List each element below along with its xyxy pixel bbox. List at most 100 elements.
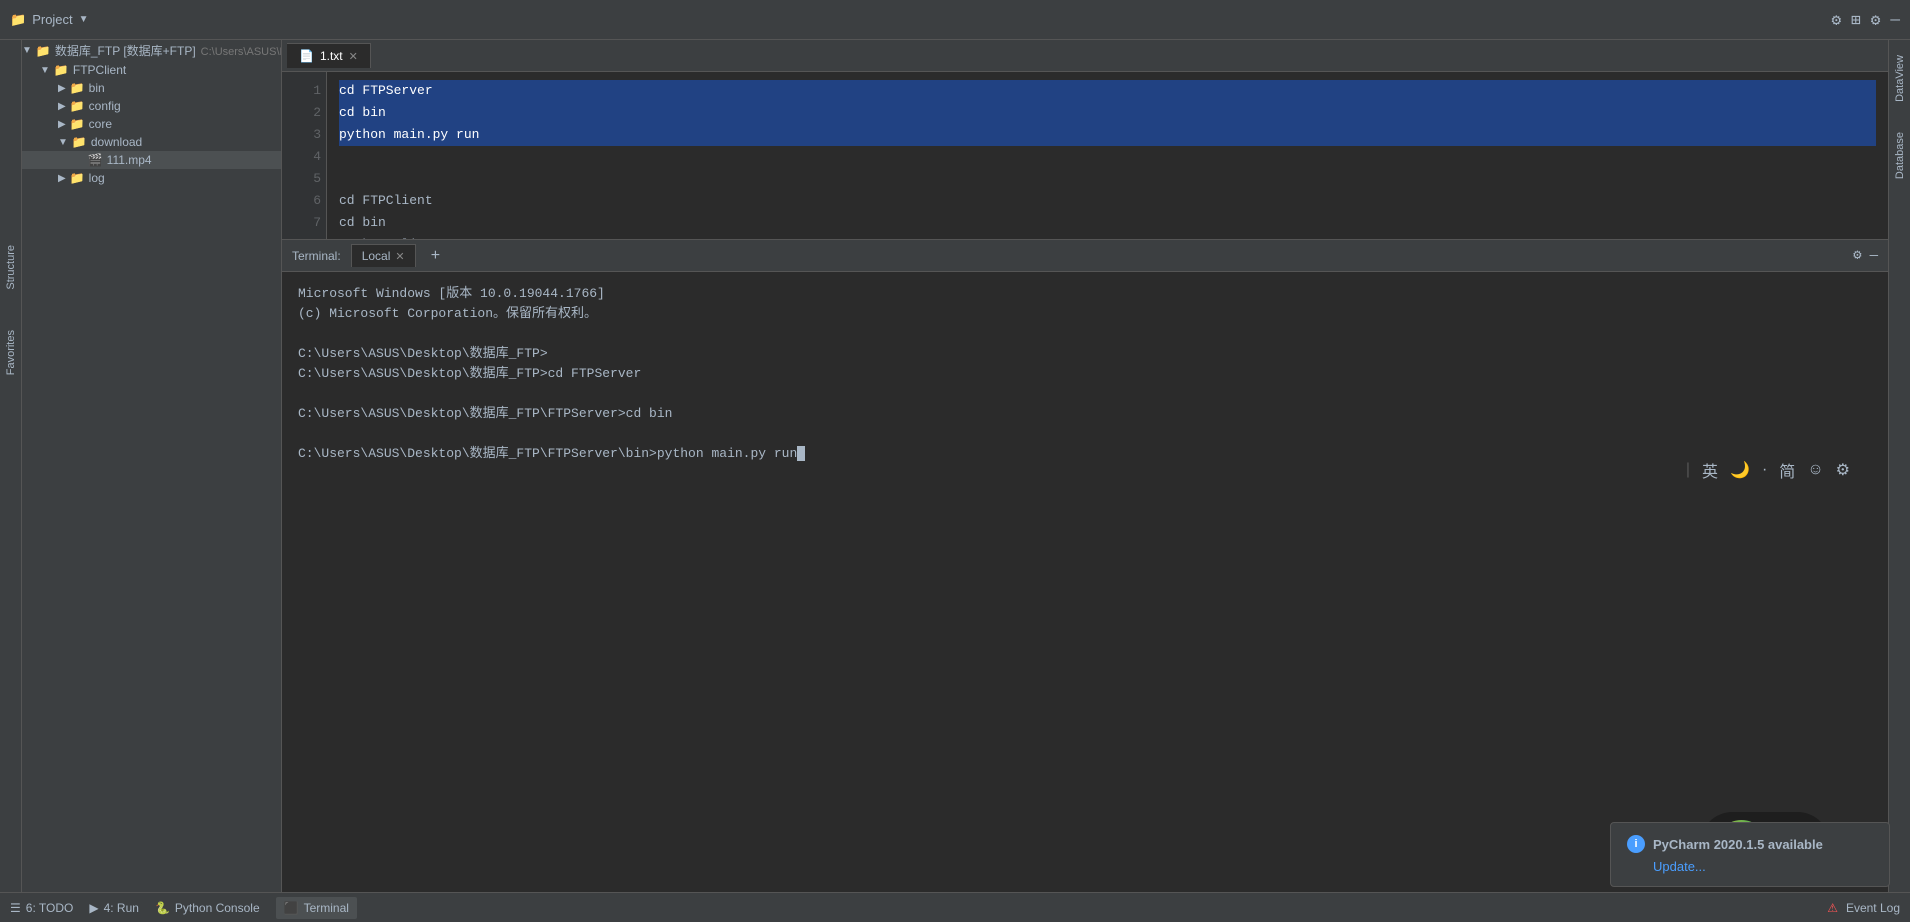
add-terminal-button[interactable]: + <box>426 247 446 265</box>
ime-dot[interactable]: · <box>1762 461 1767 479</box>
info-icon: i <box>1627 835 1645 853</box>
terminal-body[interactable]: Microsoft Windows [版本 10.0.19044.1766] (… <box>282 272 1888 892</box>
python-console-label: Python Console <box>175 901 260 915</box>
download-arrow: ▼ <box>58 137 68 148</box>
favorites-tab[interactable]: Favorites <box>3 325 19 380</box>
event-log-label[interactable]: Event Log <box>1846 901 1900 915</box>
database-tab[interactable]: Database <box>1892 127 1908 184</box>
terminal-line-1: Microsoft Windows [版本 10.0.19044.1766] <box>298 284 1872 304</box>
top-bar: 📁 Project ▼ ⚙ ⊞ ⚙ — <box>0 0 1910 40</box>
event-log-error-icon: ⚠ <box>1827 901 1838 915</box>
download-folder-icon: 📁 <box>72 135 87 149</box>
tree-item-core[interactable]: ▶ 📁 core <box>22 115 281 133</box>
python-console-status-item[interactable]: 🐍 Python Console <box>155 901 260 915</box>
terminal-header: Terminal: Local ✕ + ⚙ — <box>282 240 1888 272</box>
minimize-icon[interactable]: — <box>1890 11 1900 29</box>
project-label[interactable]: 📁 Project ▼ <box>10 12 89 28</box>
run-status-item[interactable]: ▶ 4: Run <box>89 901 139 915</box>
ime-emoji-icon[interactable]: ☺ <box>1807 461 1823 479</box>
dataview-tab[interactable]: DataView <box>1892 50 1908 107</box>
tree-item-download[interactable]: ▼ 📁 download <box>22 133 281 151</box>
run-icon: ▶ <box>89 901 98 915</box>
line-num-3: 3 <box>287 124 321 146</box>
code-line-4 <box>339 146 1876 168</box>
terminal-line-6 <box>298 384 1872 404</box>
todo-status-item[interactable]: ☰ 6: TODO <box>10 901 73 915</box>
status-bar-right: ⚠ Event Log <box>1827 901 1900 915</box>
ime-moon-icon[interactable]: 🌙 <box>1730 460 1750 480</box>
left-side-tabs: Structure Favorites <box>0 40 22 892</box>
ftpclient-arrow: ▼ <box>40 65 50 76</box>
tree-item-config[interactable]: ▶ 📁 config <box>22 97 281 115</box>
settings-icon[interactable]: ⚙ <box>1871 10 1881 30</box>
config-label: config <box>89 99 121 113</box>
ftpclient-label: FTPClient <box>73 63 126 77</box>
ime-settings-icon[interactable]: ⚙ <box>1836 460 1850 480</box>
tab-close-button[interactable]: ✕ <box>349 50 358 63</box>
core-label: core <box>89 117 112 131</box>
status-bar: ☰ 6: TODO ▶ 4: Run 🐍 Python Console ⬛ Te… <box>0 892 1910 922</box>
python-console-icon: 🐍 <box>155 901 170 915</box>
terminal-title-label: Terminal: <box>292 249 341 263</box>
terminal-line-5: C:\Users\ASUS\Desktop\数据库_FTP>cd FTPServ… <box>298 364 1872 384</box>
core-arrow: ▶ <box>58 119 66 130</box>
tree-root[interactable]: ▼ 📁 数据库_FTP [数据库+FTP] C:\Users\ASUS\Desk… <box>22 40 281 61</box>
dropdown-arrow-icon: ▼ <box>79 14 89 25</box>
structure-tab[interactable]: Structure <box>3 240 19 295</box>
terminal-cursor <box>797 446 805 461</box>
line-num-8: 8 <box>287 234 321 239</box>
tree-item-ftpclient[interactable]: ▼ 📁 FTPClient <box>22 61 281 79</box>
code-editor[interactable]: cd FTPServer cd bin python main.py run c… <box>327 72 1888 239</box>
code-line-3: python main.py run <box>339 124 1876 146</box>
ime-chinese[interactable]: 简 <box>1779 458 1795 482</box>
terminal-line-3 <box>298 324 1872 344</box>
log-label: log <box>89 171 105 185</box>
update-label: Update... <box>1653 859 1706 874</box>
update-link[interactable]: Update... <box>1627 859 1706 874</box>
code-line-8: python Client.py -H 127.0.0.1 -P 8080 <box>339 234 1876 239</box>
line-num-4: 4 <box>287 146 321 168</box>
terminal-settings-icon[interactable]: ⚙ <box>1853 247 1861 264</box>
terminal-line-9: C:\Users\ASUS\Desktop\数据库_FTP\FTPServer\… <box>298 444 1872 464</box>
terminal-header-right: ⚙ — <box>1853 247 1878 264</box>
ime-english[interactable]: 英 <box>1702 458 1718 482</box>
ime-bar: | 英 🌙 · 简 ☺ ⚙ <box>1686 458 1850 482</box>
terminal-line-2: (c) Microsoft Corporation。保留所有权利。 <box>298 304 1872 324</box>
terminal-tab-local[interactable]: Local ✕ <box>351 244 416 267</box>
code-line-1: cd FTPServer <box>339 80 1876 102</box>
line-numbers: 1 2 3 4 5 6 7 8 <box>282 72 327 239</box>
project-tree: ▼ 📁 数据库_FTP [数据库+FTP] C:\Users\ASUS\Desk… <box>22 40 282 892</box>
terminal-status-item[interactable]: ⬛ Terminal <box>276 897 357 919</box>
config-arrow: ▶ <box>58 101 66 112</box>
split-icon[interactable]: ⊞ <box>1851 10 1861 30</box>
sync-icon[interactable]: ⚙ <box>1831 10 1841 30</box>
tree-item-111mp4[interactable]: ▶ 🎬 111.mp4 <box>22 151 281 169</box>
log-arrow: ▶ <box>58 173 66 184</box>
tab-file-icon: 📄 <box>299 49 314 63</box>
ime-separator: | <box>1686 461 1690 479</box>
local-tab-close[interactable]: ✕ <box>395 250 404 263</box>
root-path: C:\Users\ASUS\Desktop\数据库_FTP <box>201 43 282 59</box>
notification-title: PyCharm 2020.1.5 available <box>1653 837 1823 852</box>
mp4-file-icon: 🎬 <box>88 153 103 167</box>
code-line-7: cd bin <box>339 212 1876 234</box>
bin-folder-icon: 📁 <box>70 81 85 95</box>
code-line-2: cd bin <box>339 102 1876 124</box>
run-label: 4: Run <box>104 901 139 915</box>
line-num-2: 2 <box>287 102 321 124</box>
terminal-line-8 <box>298 424 1872 444</box>
notification-popup: i PyCharm 2020.1.5 available Update... <box>1610 822 1890 887</box>
bin-label: bin <box>89 81 105 95</box>
tree-item-bin[interactable]: ▶ 📁 bin <box>22 79 281 97</box>
editor-tab-1txt[interactable]: 📄 1.txt ✕ <box>287 43 371 68</box>
terminal-minimize-icon[interactable]: — <box>1870 248 1878 264</box>
terminal-area: Terminal: Local ✕ + ⚙ — Microsoft Window… <box>282 240 1888 892</box>
core-folder-icon: 📁 <box>70 117 85 131</box>
main-layout: Structure Favorites ▼ 📁 数据库_FTP [数据库+FTP… <box>0 40 1910 892</box>
code-line-5 <box>339 168 1876 190</box>
local-tab-label: Local <box>362 249 391 263</box>
notification-header: i PyCharm 2020.1.5 available <box>1627 835 1873 853</box>
config-folder-icon: 📁 <box>70 99 85 113</box>
tree-item-log[interactable]: ▶ 📁 log <box>22 169 281 187</box>
project-folder-icon: 📁 <box>10 12 26 28</box>
